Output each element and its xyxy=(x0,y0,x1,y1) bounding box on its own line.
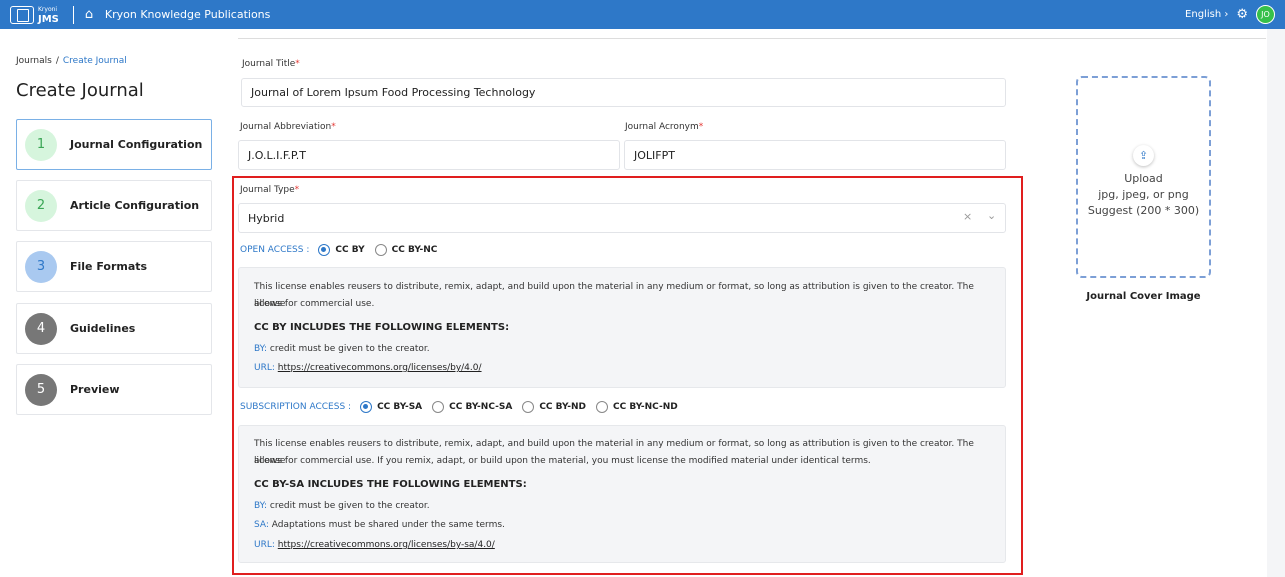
step-label: Guidelines xyxy=(70,322,136,335)
scrollbar-track[interactable] xyxy=(1267,29,1285,577)
gear-icon[interactable]: ⚙ xyxy=(1236,7,1248,22)
radio-label: CC BY-NC xyxy=(391,245,438,255)
chevron-right-icon: › xyxy=(1224,9,1229,20)
upload-size-hint: Suggest (200 * 300) xyxy=(1087,204,1200,217)
step-journal-configuration[interactable]: 1 Journal Configuration xyxy=(16,119,212,170)
main-form-panel: Journal Title* Journal of Lorem Ipsum Fo… xyxy=(228,29,1267,577)
radio-indicator xyxy=(360,401,373,413)
journal-title-label: Journal Title* xyxy=(242,59,300,69)
radio-label: CC BY xyxy=(335,245,365,255)
language-selector[interactable]: English › xyxy=(1185,9,1228,20)
publication-name[interactable]: Kryon Knowledge Publications xyxy=(105,8,271,21)
journal-abbreviation-field[interactable]: J.O.L.I.F.P.T xyxy=(238,140,620,170)
open-access-license-panel: This license enables reusers to distribu… xyxy=(238,267,1006,388)
book-icon xyxy=(10,5,34,24)
journal-acronym-field[interactable]: JOLIFPT xyxy=(624,140,1006,170)
step-label: Journal Configuration xyxy=(70,138,203,151)
license-description-line: allows for commercial use. If you remix,… xyxy=(254,456,871,466)
breadcrumb-root[interactable]: Journals xyxy=(16,56,52,66)
journal-type-select[interactable]: Hybrid xyxy=(238,203,1006,233)
open-access-group: OPEN ACCESS : CC BY CC BY-NC xyxy=(240,244,447,256)
top-navbar: Kryoni JMS ⌂ Kryon Knowledge Publication… xyxy=(0,0,1285,29)
journal-title-field[interactable]: Journal of Lorem Ipsum Food Processing T… xyxy=(241,78,1006,107)
license-url-link[interactable]: https://creativecommons.org/licenses/by-… xyxy=(278,540,495,550)
license-element-by: BY: credit must be given to the creator. xyxy=(254,501,430,511)
journal-abbreviation-label: Journal Abbreviation* xyxy=(240,122,336,132)
divider xyxy=(72,5,74,24)
chevron-down-icon[interactable]: ⌄ xyxy=(987,209,996,222)
language-label: English xyxy=(1185,9,1222,20)
radio-label: CC BY-ND xyxy=(539,402,586,412)
license-url-link[interactable]: https://creativecommons.org/licenses/by/… xyxy=(278,363,482,373)
step-label: Preview xyxy=(70,383,120,396)
step-number: 2 xyxy=(25,189,57,222)
step-guidelines[interactable]: 4 Guidelines xyxy=(16,303,212,354)
radio-cc-by-nc-sa[interactable]: CC BY-NC-SA xyxy=(432,401,512,413)
step-number: 1 xyxy=(25,128,57,161)
radio-cc-by-sa[interactable]: CC BY-SA xyxy=(360,401,422,413)
step-label: File Formats xyxy=(70,260,148,273)
journal-type-label: Journal Type* xyxy=(240,185,300,195)
step-number: 3 xyxy=(25,250,57,283)
upload-label: Upload xyxy=(1124,172,1163,185)
radio-indicator xyxy=(374,244,387,256)
license-url-row: URL: https://creativecommons.org/license… xyxy=(254,537,495,554)
home-icon[interactable]: ⌂ xyxy=(85,7,99,22)
radio-indicator xyxy=(522,401,535,413)
avatar[interactable]: JO xyxy=(1256,5,1275,24)
topbar-actions: English › ⚙ JO xyxy=(1185,0,1275,29)
license-element-by: BY: credit must be given to the creator. xyxy=(254,344,430,354)
radio-indicator xyxy=(432,401,445,413)
radio-cc-by-nc-nd[interactable]: CC BY-NC-ND xyxy=(595,401,678,413)
logo-small-text: Kryoni xyxy=(38,5,58,13)
upload-icon: ⇪ xyxy=(1133,145,1154,166)
step-number: 4 xyxy=(25,312,57,345)
breadcrumb: Journals / Create Journal xyxy=(16,56,127,66)
step-label: Article Configuration xyxy=(70,199,200,212)
license-heading: CC BY-SA INCLUDES THE FOLLOWING ELEMENTS… xyxy=(254,479,527,490)
logo-text: Kryoni JMS xyxy=(38,5,59,25)
radio-cc-by[interactable]: CC BY xyxy=(318,244,365,256)
breadcrumb-separator: / xyxy=(55,56,59,66)
license-element-sa: SA: Adaptations must be shared under the… xyxy=(254,520,505,530)
radio-indicator xyxy=(318,244,331,256)
page-title: Create Journal xyxy=(16,80,144,101)
subscription-license-panel: This license enables reusers to distribu… xyxy=(238,425,1006,563)
radio-cc-by-nd[interactable]: CC BY-ND xyxy=(522,401,586,413)
divider xyxy=(238,38,1266,39)
breadcrumb-current: Create Journal xyxy=(62,56,127,66)
cover-image-caption: Journal Cover Image xyxy=(1086,291,1201,302)
step-article-configuration[interactable]: 2 Article Configuration xyxy=(16,180,212,231)
open-access-label: OPEN ACCESS : xyxy=(240,245,310,255)
radio-cc-by-nc[interactable]: CC BY-NC xyxy=(374,244,438,256)
clear-icon[interactable]: × xyxy=(963,210,972,223)
logo-main-text: JMS xyxy=(38,13,59,25)
upload-formats: jpg, jpeg, or png xyxy=(1098,188,1189,201)
license-heading: CC BY INCLUDES THE FOLLOWING ELEMENTS: xyxy=(254,322,510,333)
app-logo[interactable]: Kryoni JMS xyxy=(10,0,59,29)
subscription-access-label: SUBSCRIPTION ACCESS : xyxy=(240,402,352,412)
step-number: 5 xyxy=(25,373,57,406)
radio-label: CC BY-NC-SA xyxy=(449,402,513,412)
radio-label: CC BY-NC-ND xyxy=(612,402,678,412)
step-preview[interactable]: 5 Preview xyxy=(16,364,212,415)
step-file-formats[interactable]: 3 File Formats xyxy=(16,241,212,292)
url-key: URL: xyxy=(254,540,275,550)
license-url-row: URL: https://creativecommons.org/license… xyxy=(254,360,482,377)
subscription-access-group: SUBSCRIPTION ACCESS : CC BY-SA CC BY-NC-… xyxy=(240,401,688,413)
radio-label: CC BY-SA xyxy=(377,402,423,412)
radio-indicator xyxy=(595,401,608,413)
license-description-line: allows for commercial use. xyxy=(254,299,375,309)
cover-image-upload[interactable]: ⇪ Upload jpg, jpeg, or png Suggest (200 … xyxy=(1076,76,1211,278)
sidebar: Journals / Create Journal Create Journal 1… xyxy=(0,29,228,577)
url-key: URL: xyxy=(254,363,275,373)
journal-acronym-label: Journal Acronym* xyxy=(625,122,704,132)
